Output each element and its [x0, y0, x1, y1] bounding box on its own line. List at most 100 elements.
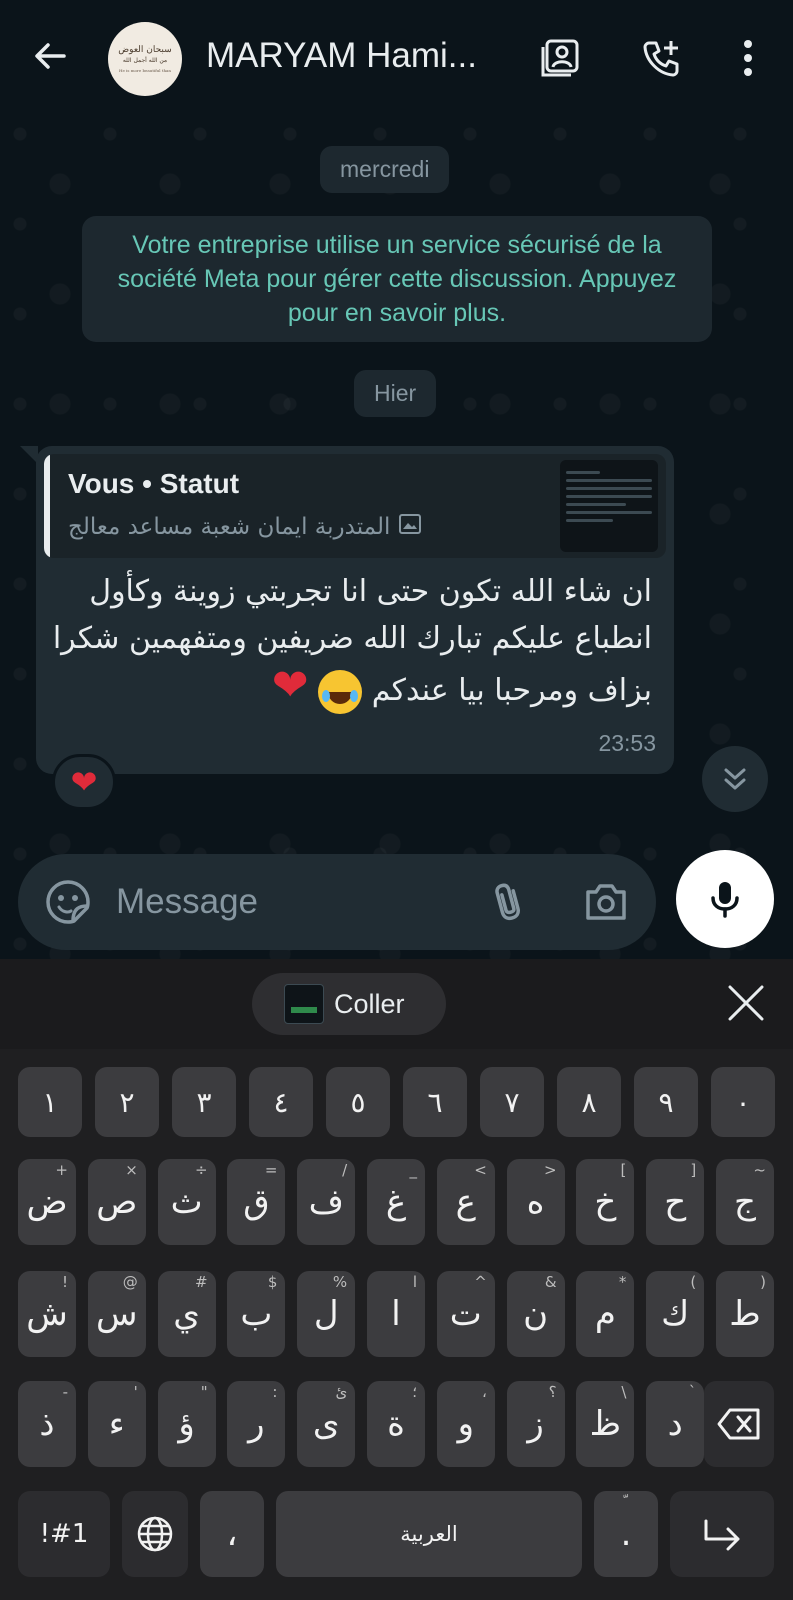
close-icon[interactable] — [724, 981, 768, 1025]
number-key[interactable]: ٢ — [95, 1067, 159, 1137]
letter-row2-key[interactable]: ^ ت — [436, 1271, 495, 1357]
letter-row3-key[interactable]: ؛ ة — [367, 1381, 425, 1467]
key-alt-label: # — [195, 1273, 208, 1291]
number-key[interactable]: ٨ — [557, 1067, 621, 1137]
language-key[interactable] — [122, 1491, 188, 1577]
number-key[interactable]: ٩ — [634, 1067, 698, 1137]
key-label: ى — [312, 1404, 340, 1444]
chat-area[interactable]: mercredi Votre entreprise utilise un ser… — [0, 114, 793, 959]
letter-row3-key[interactable]: ؟ ز — [506, 1381, 565, 1467]
key-alt-label: ؟ — [548, 1383, 557, 1401]
number-key[interactable]: ٥ — [326, 1067, 390, 1137]
paste-suggestion[interactable]: Coller — [252, 973, 446, 1035]
microphone-icon — [711, 882, 739, 918]
backspace-key[interactable] — [704, 1381, 774, 1467]
period-key[interactable]: ّ . — [594, 1491, 658, 1577]
backspace-icon — [717, 1408, 760, 1440]
letter-row1-key[interactable]: / ف — [297, 1159, 356, 1245]
scroll-down-button[interactable] — [702, 746, 768, 812]
avatar-text-1: سبحان العوض — [118, 45, 172, 55]
letter-row2-key[interactable]: % ل — [297, 1271, 356, 1357]
key-label: ء — [108, 1404, 125, 1444]
camera-icon[interactable] — [582, 878, 630, 926]
heart-reaction[interactable]: ❤ — [52, 754, 116, 810]
comma-key[interactable]: ، — [200, 1491, 264, 1577]
key-alt-label: \ — [621, 1383, 627, 1401]
key-label: ه — [526, 1182, 545, 1222]
letter-row1-key[interactable]: ] ح — [646, 1159, 705, 1245]
key-alt-label: ، — [481, 1383, 487, 1401]
key-label: ث — [170, 1182, 203, 1222]
key-label: ب — [240, 1294, 273, 1334]
letter-row3-key[interactable]: ئى — [297, 1381, 356, 1467]
letter-row3-key[interactable]: ` د — [646, 1381, 705, 1467]
letter-row1-key[interactable]: ÷ ث — [157, 1159, 216, 1245]
letter-row2-key[interactable]: @ س — [87, 1271, 146, 1357]
letter-row2-key[interactable]: # ي — [157, 1271, 216, 1357]
enter-key[interactable] — [670, 1491, 774, 1577]
key-label: م — [594, 1294, 616, 1334]
key-label: ق — [243, 1182, 270, 1222]
key-label: ت — [449, 1294, 482, 1334]
number-key[interactable]: ٦ — [403, 1067, 467, 1137]
key-alt-label: * — [618, 1273, 627, 1291]
letter-row1-key[interactable]: [خ — [576, 1159, 635, 1245]
encryption-notice[interactable]: Votre entreprise utilise un service sécu… — [82, 216, 712, 342]
symbols-key[interactable]: !#1 — [18, 1491, 110, 1577]
key-alt-label: = — [264, 1161, 278, 1179]
key-label: ا — [391, 1294, 401, 1334]
laughing-emoji-icon — [318, 669, 363, 714]
status-reply-quote[interactable]: Vous • Statut المتدربة ايمان شعبة مساعد … — [44, 454, 666, 558]
letter-row2-key[interactable]: $ ب — [227, 1271, 286, 1357]
sticker-emoji-icon[interactable] — [44, 878, 92, 926]
number-key[interactable]: ٧ — [480, 1067, 544, 1137]
letter-row3-key[interactable]: " ؤ — [157, 1381, 216, 1467]
letter-row1-key[interactable]: × ص — [87, 1159, 146, 1245]
back-arrow-icon[interactable] — [28, 34, 72, 78]
letter-row2-key[interactable]: * م — [576, 1271, 635, 1357]
key-alt-label: ا — [412, 1273, 417, 1291]
letter-row1-key[interactable]: _ غ — [367, 1159, 425, 1245]
image-icon — [398, 512, 422, 542]
letter-row1-key[interactable]: + ض — [18, 1159, 76, 1245]
letter-row3-key[interactable]: :ر — [227, 1381, 286, 1467]
voice-record-button[interactable] — [676, 850, 774, 948]
letter-row3-key[interactable]: -ذ — [18, 1381, 76, 1467]
letter-row2-key[interactable]: اا — [367, 1271, 425, 1357]
keyboard: !#1 ، العربية ّ . ١٢٣٤٥٦٧٨٩٠+ض×ص÷ث=ق/ف_غ… — [0, 1049, 793, 1600]
letter-row2-key[interactable]: (ك — [646, 1271, 705, 1357]
key-label: ي — [173, 1294, 200, 1334]
catalog-icon[interactable] — [538, 36, 582, 80]
key-alt-label: : — [272, 1383, 278, 1401]
letter-row3-key[interactable]: \ ظ — [576, 1381, 635, 1467]
letter-row1-key[interactable]: ~ ج — [716, 1159, 774, 1245]
letter-row2-key[interactable]: & ن — [506, 1271, 565, 1357]
paperclip-icon[interactable] — [486, 878, 534, 926]
letter-row1-key[interactable]: = ق — [227, 1159, 286, 1245]
letter-row3-key[interactable]: ، و — [436, 1381, 495, 1467]
letter-row2-key[interactable]: ! ش — [18, 1271, 76, 1357]
message-input[interactable] — [116, 876, 446, 928]
number-key[interactable]: ١ — [18, 1067, 82, 1137]
key-label: ر — [248, 1404, 265, 1444]
key-label: ط — [729, 1294, 761, 1334]
letter-row1-key[interactable]: < ع — [436, 1159, 495, 1245]
quote-subtitle: المتدربة ايمان شعبة مساعد معالج — [68, 514, 391, 540]
contact-avatar[interactable]: سبحان العوض من الله أجمل الله He is more… — [108, 22, 182, 96]
key-label: ص — [96, 1182, 138, 1222]
key-label: ٥ — [350, 1085, 366, 1119]
key-alt-label: % — [332, 1273, 348, 1291]
key-alt-label: & — [544, 1273, 557, 1291]
message-bubble[interactable]: Vous • Statut المتدربة ايمان شعبة مساعد … — [36, 446, 674, 774]
add-call-icon[interactable] — [640, 36, 684, 80]
contact-name[interactable]: MARYAM Hami... — [206, 36, 506, 76]
number-key[interactable]: ٤ — [249, 1067, 313, 1137]
number-key[interactable]: ٣ — [172, 1067, 236, 1137]
letter-row3-key[interactable]: ' ء — [87, 1381, 146, 1467]
letter-row1-key[interactable]: > ه — [506, 1159, 565, 1245]
letter-row2-key[interactable]: ) ط — [716, 1271, 774, 1357]
number-key[interactable]: ٠ — [711, 1067, 775, 1137]
space-key[interactable]: العربية — [276, 1491, 582, 1577]
more-options-icon[interactable] — [726, 36, 770, 80]
key-alt-label: ' — [133, 1383, 138, 1401]
